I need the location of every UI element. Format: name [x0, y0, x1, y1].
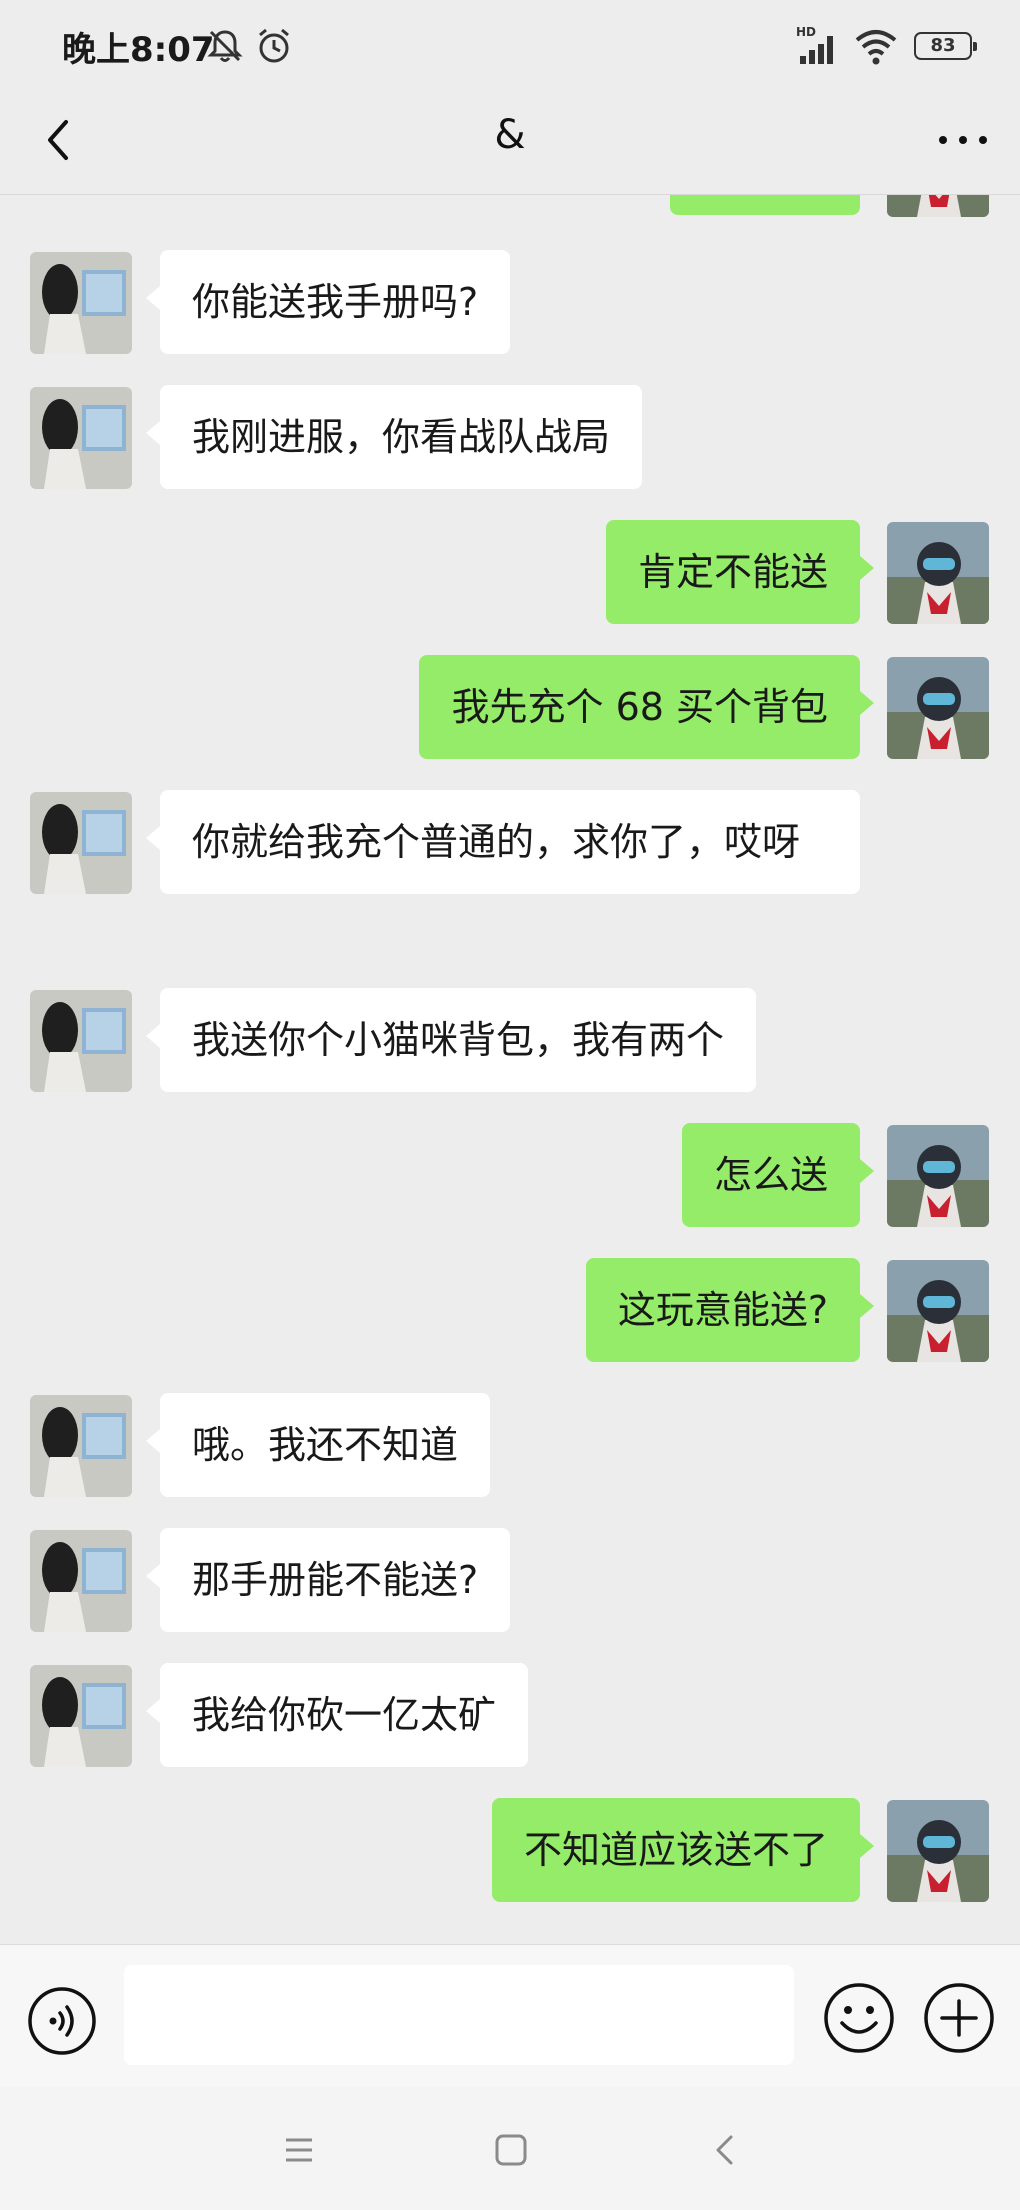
menu-icon — [286, 2138, 312, 2162]
avatar-self[interactable] — [887, 522, 989, 624]
avatar-contact-image — [30, 387, 132, 489]
avatar-contact-image — [30, 1665, 132, 1767]
avatar-contact[interactable] — [30, 252, 132, 354]
chat-messages[interactable]: 你能送我手册吗? 我刚进服，你看战队战局 肯定不能送 我先充个 68 买个背包 … — [0, 195, 1020, 1945]
voice-button[interactable] — [26, 1985, 98, 2057]
status-right: HD 83 — [796, 24, 977, 68]
message-bubble-self[interactable]: 怎么送 — [681, 1123, 875, 1227]
message-bubble-contact[interactable]: 哦。我还不知道 — [145, 1393, 491, 1497]
message-row: 这玩意能送? — [0, 1258, 1020, 1364]
avatar-contact[interactable] — [30, 1395, 132, 1497]
chat-title: & — [494, 112, 526, 158]
status-bar: 晚上8:07 HD 83 — [0, 0, 1020, 90]
avatar-self-image — [887, 1800, 989, 1902]
status-time: 晚上8:07 — [62, 30, 215, 70]
chat-header: & — [0, 90, 1020, 195]
avatar-self[interactable] — [887, 1260, 989, 1362]
message-bubble-self[interactable]: 我先充个 68 买个背包 — [419, 655, 874, 759]
message-bubble-contact[interactable]: 我给你砍一亿太矿 — [145, 1663, 529, 1767]
message-bubble-self[interactable]: 这玩意能送? — [585, 1258, 875, 1362]
avatar-self[interactable] — [887, 657, 989, 759]
avatar-self[interactable] — [887, 195, 989, 217]
message-bubble-self[interactable]: 肯定不能送 — [605, 520, 875, 624]
avatar-contact-image — [30, 1530, 132, 1632]
message-bubble-contact[interactable]: 我刚进服，你看战队战局 — [145, 385, 643, 489]
plus-circle-icon — [924, 1983, 994, 2053]
message-row: 你能送我手册吗? — [0, 250, 1020, 356]
more-functions-button[interactable] — [922, 1981, 996, 2055]
signal-label: HD — [796, 25, 816, 39]
message-row: 你就给我充个普通的，求你了，哎呀 — [0, 790, 1020, 960]
avatar-contact-image — [30, 1395, 132, 1497]
mute-bell-icon — [207, 30, 243, 62]
recent-apps-button[interactable] — [274, 2125, 324, 2175]
battery-level: 83 — [930, 35, 956, 56]
avatar-self-image — [887, 657, 989, 759]
input-bar — [0, 1944, 1020, 2087]
more-dots-icon — [939, 136, 987, 144]
avatar-self-image — [887, 1125, 989, 1227]
message-bubble-contact[interactable]: 我送你个小猫咪背包，我有两个 — [145, 988, 757, 1092]
message-row: 不知道应该送不了 — [0, 1798, 1020, 1904]
message-row: 我给你砍一亿太矿 — [0, 1663, 1020, 1769]
avatar-contact[interactable] — [30, 792, 132, 894]
home-square-icon — [495, 2134, 527, 2166]
message-row — [0, 195, 1020, 217]
avatar-self-image — [887, 522, 989, 624]
status-left-icons — [205, 26, 294, 66]
message-row: 肯定不能送 — [0, 520, 1020, 626]
avatar-contact[interactable] — [30, 1665, 132, 1767]
message-bubble-contact[interactable]: 你能送我手册吗? — [145, 250, 511, 354]
emoji-icon — [824, 1983, 894, 2053]
avatar-contact[interactable] — [30, 387, 132, 489]
avatar-contact[interactable] — [30, 990, 132, 1092]
signal-icon: HD — [796, 25, 833, 64]
home-button[interactable] — [486, 2125, 536, 2175]
message-bubble-contact[interactable]: 你就给我充个普通的，求你了，哎呀 — [146, 790, 860, 894]
message-bubble-self[interactable]: 不知道应该送不了 — [491, 1798, 875, 1902]
avatar-contact-image — [30, 252, 132, 354]
wifi-icon — [855, 30, 897, 65]
emoji-button[interactable] — [822, 1981, 896, 2055]
avatar-contact[interactable] — [30, 1530, 132, 1632]
more-button[interactable] — [928, 110, 998, 170]
system-back-button[interactable] — [700, 2125, 750, 2175]
message-row: 我刚进服，你看战队战局 — [0, 385, 1020, 491]
avatar-contact-image — [30, 792, 132, 894]
avatar-self-image — [887, 195, 989, 217]
battery-icon: 83 — [914, 32, 977, 60]
voice-icon — [28, 1987, 96, 2055]
system-nav-bar — [0, 2087, 1020, 2210]
message-row: 我送你个小猫咪背包，我有两个 — [0, 988, 1020, 1094]
message-row: 怎么送 — [0, 1123, 1020, 1229]
message-bubble-self[interactable] — [670, 195, 860, 215]
avatar-self[interactable] — [887, 1800, 989, 1902]
avatar-self-image — [887, 1260, 989, 1362]
avatar-contact-image — [30, 990, 132, 1092]
message-row: 那手册能不能送? — [0, 1528, 1020, 1634]
avatar-self[interactable] — [887, 1125, 989, 1227]
back-triangle-icon — [716, 2135, 733, 2165]
message-row: 我先充个 68 买个背包 — [0, 655, 1020, 761]
alarm-icon — [259, 28, 290, 63]
message-bubble-contact[interactable]: 那手册能不能送? — [145, 1528, 511, 1632]
message-input[interactable] — [124, 1965, 794, 2065]
message-row: 哦。我还不知道 — [0, 1393, 1020, 1499]
